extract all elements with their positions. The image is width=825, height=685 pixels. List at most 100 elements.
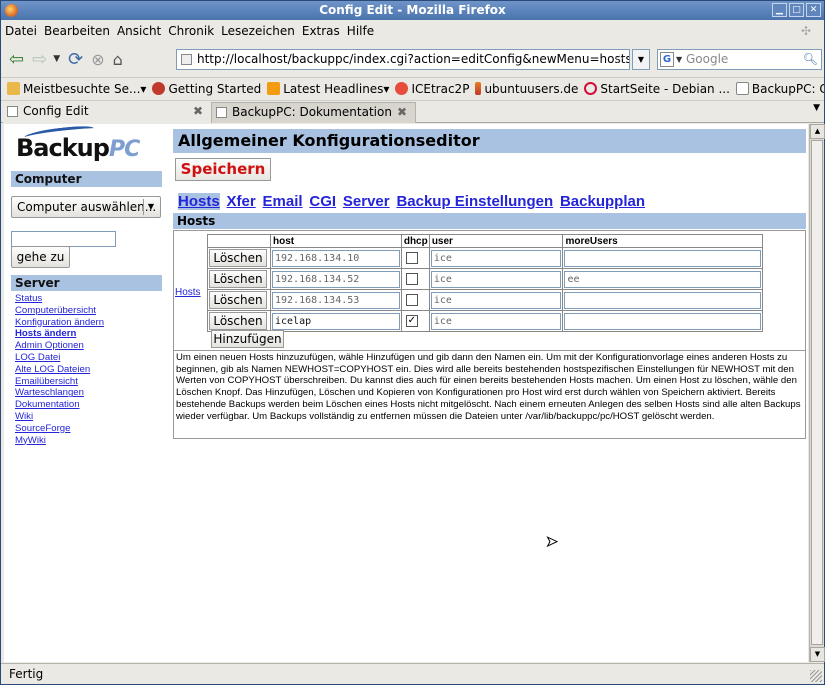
host-field[interactable]: 192.168.134.53 bbox=[271, 291, 400, 309]
dhcp-checkbox-checked[interactable]: ✓ bbox=[405, 315, 418, 327]
bookmark-getting-started[interactable]: Getting Started bbox=[152, 82, 261, 96]
nav-link-mywiki[interactable]: MyWiki bbox=[15, 435, 162, 447]
moreusers-field[interactable]: ee bbox=[564, 270, 761, 288]
reload-icon[interactable]: ⟳ bbox=[68, 49, 83, 70]
nav-link-alte-log[interactable]: Alte LOG Dateien bbox=[15, 364, 162, 376]
host-field[interactable]: 192.168.134.10 bbox=[271, 249, 400, 267]
host-field[interactable]: icelap bbox=[271, 312, 400, 330]
save-button[interactable]: Speichern bbox=[175, 158, 271, 181]
bookmark-backuppc[interactable]: BackupPC: Compute... bbox=[735, 82, 824, 96]
close-tab-icon[interactable]: ✖ bbox=[397, 103, 407, 122]
search-input[interactable]: G ▼ Google 🔍︎ bbox=[657, 49, 822, 70]
delete-button[interactable]: Löschen bbox=[209, 249, 267, 267]
page-icon bbox=[7, 106, 18, 117]
home-icon[interactable]: ⌂ bbox=[113, 50, 123, 69]
delete-button[interactable]: Löschen bbox=[209, 270, 267, 288]
dhcp-checkbox[interactable] bbox=[405, 252, 418, 264]
tab-config-edit[interactable]: Config Edit ✖ bbox=[3, 102, 211, 123]
delete-button[interactable]: Löschen bbox=[209, 291, 267, 309]
tab-hosts[interactable]: Hosts bbox=[178, 193, 220, 210]
history-dropdown-icon[interactable]: ▼ bbox=[53, 54, 60, 64]
browser-window: Config Edit - Mozilla Firefox ▁ □ ✕ Date… bbox=[0, 0, 825, 685]
table-row: Löschen icelap ✓ ice bbox=[207, 310, 763, 332]
tab-backupplan[interactable]: Backupplan bbox=[560, 193, 645, 210]
menu-ansicht[interactable]: Ansicht bbox=[117, 24, 161, 38]
stop-icon[interactable]: ⊗ bbox=[91, 50, 104, 69]
moreusers-field[interactable] bbox=[564, 312, 761, 330]
url-input[interactable]: http://localhost/backuppc/index.cgi?acti… bbox=[176, 49, 630, 70]
vertical-scrollbar[interactable]: ▲ ▼ bbox=[809, 124, 825, 662]
table-row: Löschen 192.168.134.10 ice bbox=[207, 247, 763, 269]
nav-link-status[interactable]: Status bbox=[15, 293, 162, 305]
add-host-button[interactable]: Hinzufügen bbox=[211, 330, 284, 348]
user-field[interactable]: ice bbox=[430, 312, 562, 330]
dhcp-checkbox[interactable] bbox=[405, 273, 418, 285]
moreusers-field[interactable] bbox=[564, 291, 761, 309]
nav-link-hosts-aendern[interactable]: Hosts ändern bbox=[15, 328, 162, 340]
bookmark-most-visited[interactable]: Meistbesuchte Se...▾ bbox=[7, 82, 146, 96]
nav-link-admin-optionen[interactable]: Admin Optionen bbox=[15, 340, 162, 352]
menu-chronik[interactable]: Chronik bbox=[168, 24, 214, 38]
menu-extras[interactable]: Extras bbox=[302, 24, 340, 38]
minimize-button[interactable]: ▁ bbox=[772, 3, 787, 17]
nav-link-email[interactable]: Emailübersicht bbox=[15, 376, 162, 388]
tab-dokumentation[interactable]: BackupPC: Dokumentation ✖ bbox=[211, 102, 416, 123]
tab-cgi[interactable]: CGI bbox=[309, 193, 336, 210]
nav-link-log-datei[interactable]: LOG Datei bbox=[15, 352, 162, 364]
backuppc-logo[interactable]: BackupPC bbox=[16, 124, 146, 164]
bookmark-icetrac[interactable]: ICEtrac2P bbox=[395, 82, 469, 96]
moreusers-field[interactable] bbox=[564, 249, 761, 267]
rss-icon bbox=[267, 82, 281, 95]
nav-link-sourceforge[interactable]: SourceForge bbox=[15, 423, 162, 435]
bookmark-ubuntuusers[interactable]: ubuntuusers.de bbox=[475, 82, 578, 96]
goto-host-input[interactable] bbox=[11, 231, 116, 247]
user-field[interactable]: ice bbox=[430, 249, 562, 267]
host-select[interactable]: Computer auswählen... ▼ bbox=[11, 196, 161, 218]
resize-grip-icon[interactable] bbox=[810, 670, 822, 682]
tab-xfer[interactable]: Xfer bbox=[227, 193, 256, 210]
nav-link-computeruebersicht[interactable]: Computerübersicht bbox=[15, 305, 162, 317]
host-field[interactable]: 192.168.134.52 bbox=[271, 270, 400, 288]
search-engine-dropdown-icon[interactable]: ▼ bbox=[676, 50, 682, 69]
nav-link-konfiguration[interactable]: Konfiguration ändern bbox=[15, 317, 162, 329]
maximize-button[interactable]: □ bbox=[789, 3, 804, 17]
tab-email[interactable]: Email bbox=[263, 193, 303, 210]
server-heading: Server bbox=[11, 275, 162, 291]
dhcp-checkbox[interactable] bbox=[405, 294, 418, 306]
menu-bearbeiten[interactable]: Bearbeiten bbox=[44, 24, 110, 38]
forward-icon[interactable]: ⇨ bbox=[32, 49, 47, 70]
bookmark-debian[interactable]: StartSeite - Debian ... bbox=[584, 82, 730, 96]
menu-datei[interactable]: Datei bbox=[5, 24, 37, 38]
bookmark-latest-headlines[interactable]: Latest Headlines▾ bbox=[267, 82, 389, 96]
back-icon[interactable]: ⇦ bbox=[9, 49, 24, 70]
scrollbar-thumb[interactable] bbox=[811, 140, 823, 645]
hosts-table: host dhcp user moreUsers Löschen 192.168… bbox=[207, 234, 763, 332]
nav-link-dokumentation[interactable]: Dokumentation bbox=[15, 399, 162, 411]
user-field[interactable]: ice bbox=[430, 270, 562, 288]
menu-hilfe[interactable]: Hilfe bbox=[347, 24, 374, 38]
menu-bar: Datei Bearbeiten Ansicht Chronik Lesezei… bbox=[1, 21, 824, 41]
column-header-moreusers: moreUsers bbox=[562, 234, 763, 248]
google-icon[interactable]: G bbox=[660, 52, 674, 67]
magnifier-icon[interactable]: 🔍︎ bbox=[803, 50, 818, 69]
url-dropdown-button[interactable]: ▼ bbox=[632, 49, 650, 70]
hosts-doc-link[interactable]: Hosts bbox=[175, 287, 201, 298]
close-window-button[interactable]: ✕ bbox=[806, 3, 821, 17]
menu-lesezeichen[interactable]: Lesezeichen bbox=[221, 24, 295, 38]
delete-button[interactable]: Löschen bbox=[209, 312, 267, 330]
config-menu-tabs: Hosts Xfer Email CGI Server Backup Einst… bbox=[178, 193, 648, 210]
tab-list-dropdown-icon[interactable]: ▼ bbox=[813, 103, 820, 113]
scroll-up-icon[interactable]: ▲ bbox=[810, 124, 825, 139]
goto-button[interactable]: gehe zu bbox=[11, 246, 70, 268]
column-header-dhcp: dhcp bbox=[400, 234, 430, 248]
nav-link-wiki[interactable]: Wiki bbox=[15, 411, 162, 423]
scroll-down-icon[interactable]: ▼ bbox=[810, 647, 825, 662]
nav-link-warteschlangen[interactable]: Warteschlangen bbox=[15, 387, 162, 399]
close-tab-icon[interactable]: ✖ bbox=[193, 102, 203, 121]
bookmark-star-icon[interactable]: ☆ bbox=[614, 50, 625, 69]
page-icon bbox=[216, 107, 227, 118]
column-header-actions bbox=[207, 234, 271, 248]
tab-server[interactable]: Server bbox=[343, 193, 390, 210]
tab-backup-einstellungen[interactable]: Backup Einstellungen bbox=[396, 193, 553, 210]
user-field[interactable]: ice bbox=[430, 291, 562, 309]
